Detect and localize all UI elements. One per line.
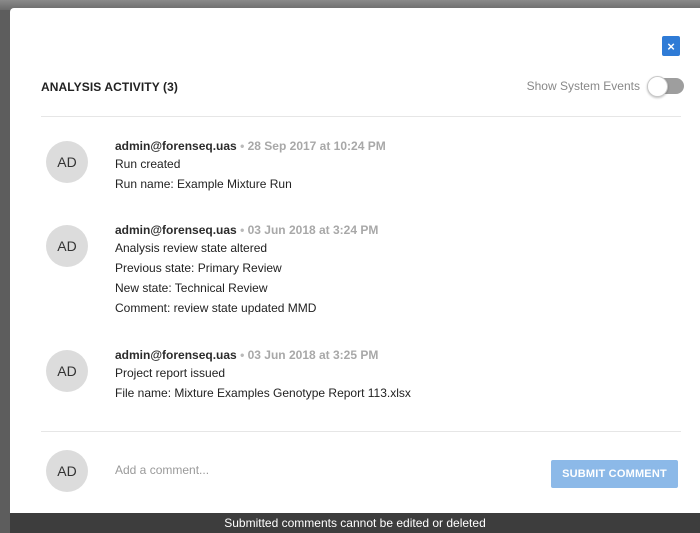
avatar: AD: [46, 350, 88, 392]
comment-input[interactable]: [115, 463, 535, 477]
activity-entry-body: admin@forenseq.uas • 03 Jun 2018 at 3:24…: [115, 222, 378, 318]
comment-divider: [41, 431, 681, 432]
activity-entry-header: admin@forenseq.uas • 03 Jun 2018 at 3:24…: [115, 222, 378, 238]
entry-timestamp: 03 Jun 2018 at 3:24 PM: [247, 223, 379, 237]
activity-entry-body: admin@forenseq.uas • 28 Sep 2017 at 10:2…: [115, 138, 386, 194]
show-system-events-toggle[interactable]: [647, 76, 684, 97]
toggle-knob: [647, 76, 668, 97]
entry-line: Previous state: Primary Review: [115, 261, 282, 275]
entry-line: Run name: Example Mixture Run: [115, 177, 292, 191]
entry-timestamp: 28 Sep 2017 at 10:24 PM: [247, 139, 386, 153]
entry-line: File name: Mixture Examples Genotype Rep…: [115, 386, 411, 400]
comments-notice: Submitted comments cannot be edited or d…: [10, 513, 700, 533]
entry-line: Analysis review state altered: [115, 241, 268, 255]
submit-comment-button[interactable]: SUBMIT COMMENT: [551, 460, 678, 488]
activity-entry-header: admin@forenseq.uas • 03 Jun 2018 at 3:25…: [115, 347, 411, 363]
avatar: AD: [46, 450, 88, 492]
avatar: AD: [46, 141, 88, 183]
entry-author: admin@forenseq.uas: [115, 139, 237, 153]
entry-author: admin@forenseq.uas: [115, 348, 237, 362]
activity-entry: AD admin@forenseq.uas • 03 Jun 2018 at 3…: [46, 222, 666, 318]
entry-separator: •: [240, 139, 245, 153]
analysis-activity-modal: × ANALYSIS ACTIVITY (3) Show System Even…: [10, 8, 700, 533]
avatar: AD: [46, 225, 88, 267]
activity-entry-body: admin@forenseq.uas • 03 Jun 2018 at 3:25…: [115, 347, 411, 403]
header-divider: [41, 116, 681, 117]
entry-separator: •: [240, 348, 245, 362]
entry-line: Project report issued: [115, 366, 226, 380]
close-button[interactable]: ×: [662, 36, 680, 56]
entry-author: admin@forenseq.uas: [115, 223, 237, 237]
close-icon: ×: [667, 38, 675, 54]
entry-line: New state: Technical Review: [115, 281, 268, 295]
show-system-events-label: Show System Events: [526, 79, 640, 93]
show-system-events-control: Show System Events: [526, 76, 684, 97]
entry-timestamp: 03 Jun 2018 at 3:25 PM: [247, 348, 379, 362]
activity-entry: AD admin@forenseq.uas • 28 Sep 2017 at 1…: [46, 138, 666, 194]
activity-entry-header: admin@forenseq.uas • 28 Sep 2017 at 10:2…: [115, 138, 386, 154]
entry-separator: •: [240, 223, 245, 237]
comment-composer: AD SUBMIT COMMENT: [46, 450, 680, 492]
activity-entry: AD admin@forenseq.uas • 03 Jun 2018 at 3…: [46, 347, 666, 403]
entry-line: Run created: [115, 157, 181, 171]
modal-title: ANALYSIS ACTIVITY (3): [41, 80, 179, 94]
entry-line: Comment: review state updated MMD: [115, 301, 317, 315]
